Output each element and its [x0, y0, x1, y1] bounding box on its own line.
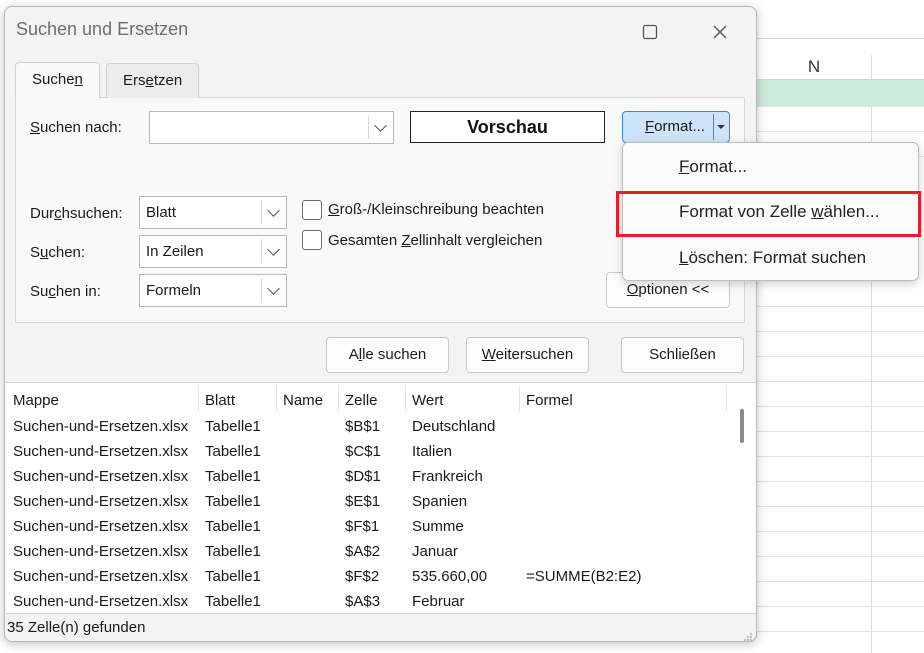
grid-line	[756, 356, 924, 357]
search-order-select[interactable]: In Zeilen	[139, 235, 287, 268]
close-icon[interactable]	[697, 15, 743, 49]
column-header-formula[interactable]: Formel	[526, 392, 573, 414]
column-divider	[726, 386, 727, 412]
column-header-value[interactable]: Wert	[412, 392, 443, 414]
result-row[interactable]: Suchen-und-Ersetzen.xlsx Tabelle1 $C$1 I…	[6, 439, 731, 464]
column-divider	[198, 386, 199, 412]
result-row[interactable]: Suchen-und-Ersetzen.xlsx Tabelle1 $E$1 S…	[6, 489, 731, 514]
match-case-label: Groß-/Kleinschreibung beachten	[328, 201, 544, 218]
entire-cell-label: Gesamten Zellinhalt vergleichen	[328, 232, 543, 249]
grid-line	[756, 431, 924, 432]
grid-line	[756, 581, 924, 582]
close-button[interactable]: Schließen	[621, 337, 744, 373]
result-row[interactable]: Suchen-und-Ersetzen.xlsx Tabelle1 $D$1 F…	[6, 464, 731, 489]
column-divider	[338, 386, 339, 412]
within-select[interactable]: Blatt	[139, 196, 287, 229]
column-header-sheet[interactable]: Blatt	[205, 392, 235, 414]
highlight-box	[616, 191, 921, 237]
grid-line	[756, 381, 924, 382]
chevron-down-icon[interactable]	[368, 115, 393, 139]
within-label: Durchsuchen:	[30, 205, 123, 222]
status-text: 35 Zelle(n) gefunden	[7, 619, 146, 636]
results-scrollbar[interactable]	[740, 409, 744, 443]
grid-line	[756, 406, 924, 407]
column-header-cell[interactable]: Zelle	[345, 392, 378, 414]
menu-item-clear-find-format[interactable]: Löschen: Format suchen	[679, 248, 866, 268]
look-in-label: Suchen in:	[30, 283, 101, 300]
result-row[interactable]: Suchen-und-Ersetzen.xlsx Tabelle1 $A$3 F…	[6, 589, 731, 614]
column-divider	[405, 386, 406, 412]
find-replace-dialog: Suchen und Ersetzen Suchen Ersetzen Such…	[4, 6, 757, 642]
look-in-select[interactable]: Formeln	[139, 274, 287, 307]
result-row[interactable]: Suchen-und-Ersetzen.xlsx Tabelle1 $B$1 D…	[6, 414, 731, 439]
column-divider	[276, 386, 277, 412]
results-list[interactable]: Mappe Blatt Name Zelle Wert Formel Suche…	[6, 382, 756, 614]
grid-line	[756, 506, 924, 507]
result-row[interactable]: Suchen-und-Ersetzen.xlsx Tabelle1 $A$2 J…	[6, 539, 731, 564]
tab-find[interactable]: Suchen	[15, 62, 100, 99]
grid-line	[756, 606, 924, 607]
formula-bar[interactable]	[756, 8, 924, 39]
match-case-checkbox[interactable]	[302, 200, 322, 220]
column-header-workbook[interactable]: Mappe	[13, 392, 59, 414]
result-row[interactable]: Suchen-und-Ersetzen.xlsx Tabelle1 $F$1 S…	[6, 514, 731, 539]
find-what-label: Suchen nach:	[30, 119, 122, 136]
grid-line	[756, 556, 924, 557]
grid-line	[756, 106, 924, 107]
find-all-button[interactable]: Alle suchen	[326, 337, 449, 373]
grid-line	[756, 331, 924, 332]
column-header-name[interactable]: Name	[283, 392, 323, 414]
grid-line	[756, 631, 924, 632]
grid-line	[756, 456, 924, 457]
tab-replace[interactable]: Ersetzen	[106, 63, 200, 98]
resize-grip-icon[interactable]	[743, 629, 753, 641]
find-next-button[interactable]: Weitersuchen	[466, 337, 589, 373]
find-what-input[interactable]	[149, 111, 394, 144]
column-divider	[519, 386, 520, 412]
result-row[interactable]: Suchen-und-Ersetzen.xlsx Tabelle1 $F$2 5…	[6, 564, 731, 589]
grid-line	[756, 531, 924, 532]
maximize-icon[interactable]	[627, 15, 673, 49]
selected-row-highlight	[756, 80, 924, 106]
grid-line	[756, 131, 924, 132]
chevron-down-icon[interactable]	[261, 200, 286, 224]
format-preview: Vorschau	[410, 111, 605, 143]
dialog-title: Suchen und Ersetzen	[16, 19, 189, 39]
column-header-n[interactable]: N	[756, 55, 872, 79]
entire-cell-checkbox[interactable]	[302, 230, 322, 250]
chevron-down-icon[interactable]	[261, 239, 286, 263]
search-order-label: Suchen:	[30, 244, 86, 261]
grid-line	[756, 481, 924, 482]
dropdown-arrow-icon[interactable]	[717, 125, 725, 129]
chevron-down-icon[interactable]	[261, 278, 286, 302]
menu-item-format[interactable]: Format...	[679, 157, 747, 177]
grid-line	[756, 306, 924, 307]
format-button[interactable]: Format...	[622, 111, 730, 143]
